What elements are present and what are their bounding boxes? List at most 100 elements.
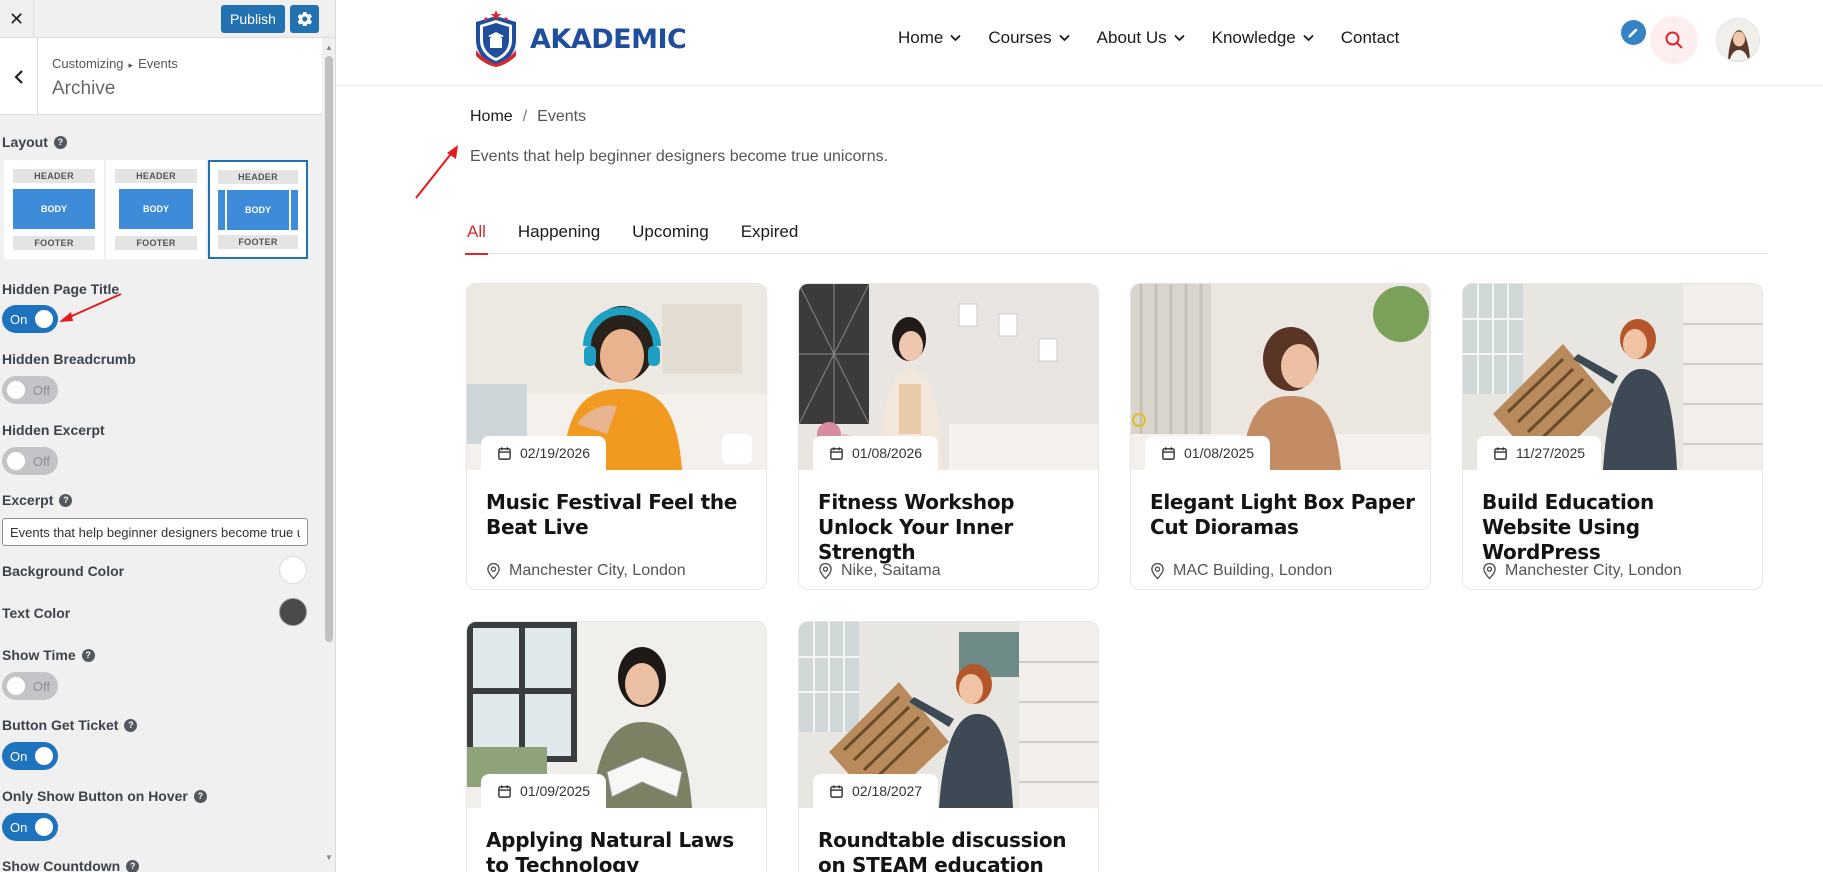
nav-item-contact[interactable]: Contact	[1341, 28, 1400, 48]
nav-item-home[interactable]: Home	[898, 28, 961, 48]
event-card[interactable]: 02/19/2026 Music Festival Feel the Beat …	[466, 283, 767, 590]
nav-item-label: Home	[898, 28, 944, 47]
scroll-down-icon[interactable]: ▼	[322, 852, 335, 862]
gear-icon[interactable]	[290, 5, 319, 33]
hidden-page-title-toggle[interactable]: On	[2, 305, 58, 333]
show-countdown-label-text: Show Countdown	[2, 858, 121, 872]
avatar[interactable]	[1716, 18, 1760, 62]
toggle-knob	[7, 452, 25, 470]
event-location: MAC Building, London	[1150, 562, 1332, 580]
show-countdown-label: Show Countdown ?	[2, 858, 140, 872]
event-location-text: Nike, Saitama	[841, 562, 941, 579]
customizer-breadcrumb: Customizing ▸ Events	[52, 56, 178, 71]
excerpt-input[interactable]	[2, 518, 308, 546]
close-icon[interactable]: ✕	[0, 0, 34, 38]
scroll-up-icon[interactable]: ▲	[322, 42, 335, 52]
show-time-toggle[interactable]: Off	[2, 672, 58, 700]
nav-item-label: About Us	[1096, 28, 1167, 47]
help-icon[interactable]: ?	[59, 493, 73, 507]
only-show-button-on-hover-label: Only Show Button on Hover ?	[2, 788, 207, 804]
calendar-icon	[1162, 446, 1175, 460]
event-card[interactable]: 11/27/2025 Build Education Website Using…	[1462, 283, 1763, 590]
layout-footer-block: FOOTER	[13, 236, 95, 250]
event-date-text: 01/08/2026	[852, 445, 923, 461]
breadcrumb-home-link[interactable]: Home	[470, 108, 513, 126]
pencil-icon[interactable]	[1621, 20, 1646, 45]
event-title[interactable]: Build Education Website Using WordPress	[1482, 490, 1747, 565]
button-get-ticket-toggle[interactable]: On	[2, 742, 58, 770]
event-location: Manchester City, London	[486, 562, 686, 580]
toggle-knob	[7, 381, 25, 399]
breadcrumb-root: Customizing	[52, 56, 124, 71]
layout-option-boxed[interactable]: HEADER BODY FOOTER	[106, 160, 206, 259]
breadcrumb: Home / Events	[470, 108, 586, 126]
search-icon[interactable]	[1650, 16, 1698, 64]
nav-item-knowledge[interactable]: Knowledge	[1212, 28, 1314, 48]
help-icon[interactable]: ?	[193, 789, 207, 803]
help-icon[interactable]: ?	[81, 648, 95, 662]
nav-item-courses[interactable]: Courses	[988, 28, 1070, 48]
calendar-icon	[830, 784, 843, 798]
hidden-excerpt-label: Hidden Excerpt	[2, 422, 105, 438]
background-color-swatch[interactable]	[279, 556, 307, 584]
layout-option-sidebars[interactable]: HEADER BODY FOOTER	[208, 160, 308, 259]
layout-options: HEADER BODY FOOTER HEADER BODY FOOTER HE…	[4, 160, 308, 259]
nav-item-about-us[interactable]: About Us	[1097, 28, 1185, 48]
text-color-label: Text Color	[2, 605, 71, 621]
help-icon[interactable]: ?	[124, 718, 138, 732]
calendar-icon	[498, 784, 511, 798]
tab-expired[interactable]: Expired	[739, 222, 801, 254]
chevron-down-icon	[1173, 34, 1185, 42]
event-date: 01/08/2025	[1145, 436, 1271, 470]
text-color-swatch[interactable]	[279, 598, 307, 626]
event-title[interactable]: Fitness Workshop Unlock Your Inner Stren…	[818, 490, 1083, 565]
event-date-text: 01/08/2025	[1184, 445, 1255, 461]
event-title[interactable]: Applying Natural Laws to Technology	[486, 828, 751, 872]
help-icon[interactable]: ?	[126, 859, 140, 872]
event-card[interactable]: 01/08/2025 Elegant Light Box Paper Cut D…	[1130, 283, 1431, 590]
chevron-down-icon	[1059, 34, 1070, 42]
tab-happening[interactable]: Happening	[516, 222, 602, 254]
layout-option-full[interactable]: HEADER BODY FOOTER	[4, 160, 104, 259]
section-header: Customizing ▸ Events Archive	[0, 38, 323, 115]
event-date: 01/09/2025	[481, 774, 607, 808]
event-card[interactable]: 01/08/2026 Fitness Workshop Unlock Your …	[798, 283, 1099, 590]
event-date-text: 02/18/2027	[852, 783, 923, 799]
event-title[interactable]: Roundtable discussion on STEAM education	[818, 828, 1083, 872]
scrollbar-thumb[interactable]	[325, 56, 333, 642]
hidden-breadcrumb-toggle[interactable]: Off	[2, 376, 58, 404]
hidden-page-title-label: Hidden Page Title	[2, 281, 120, 297]
breadcrumb-current: Events	[537, 108, 587, 125]
tab-all[interactable]: All	[465, 222, 488, 255]
help-icon[interactable]: ?	[53, 135, 67, 149]
hidden-excerpt-toggle[interactable]: Off	[2, 447, 58, 475]
tab-upcoming[interactable]: Upcoming	[630, 222, 711, 254]
event-title[interactable]: Elegant Light Box Paper Cut Dioramas	[1150, 490, 1415, 540]
customizer-sidebar: ✕ Publish Customizing ▸ Events Archive ▲ ▼…	[0, 0, 336, 872]
event-date: 02/18/2027	[813, 774, 939, 808]
site-logo[interactable]: AKADEMIC	[470, 10, 687, 68]
toggle-state: On	[10, 748, 28, 764]
event-card[interactable]: 01/09/2025 Applying Natural Laws to Tech…	[466, 621, 767, 872]
toggle-knob	[35, 310, 53, 328]
publish-button[interactable]: Publish	[221, 5, 285, 33]
toggle-knob	[7, 677, 25, 695]
event-card[interactable]: 02/18/2027 Roundtable discussion on STEA…	[798, 621, 1099, 872]
layout-right-sidebar-block	[291, 190, 298, 230]
layout-header-block: HEADER	[115, 169, 197, 183]
only-show-button-on-hover-toggle[interactable]: On	[2, 813, 58, 841]
calendar-icon	[498, 446, 511, 460]
breadcrumb-separator: /	[522, 108, 528, 125]
event-location-text: MAC Building, London	[1173, 562, 1333, 579]
only-show-button-on-hover-label-text: Only Show Button on Hover	[2, 788, 188, 804]
event-location: Nike, Saitama	[818, 562, 941, 580]
event-title[interactable]: Music Festival Feel the Beat Live	[486, 490, 751, 540]
hidden-breadcrumb-label: Hidden Breadcrumb	[2, 351, 136, 367]
back-arrow-icon[interactable]	[0, 38, 38, 115]
toggle-state: On	[10, 311, 28, 327]
logo-text: AKADEMIC	[530, 23, 687, 55]
show-time-label-text: Show Time	[2, 647, 76, 663]
button-get-ticket-label-text: Button Get Ticket	[2, 717, 119, 733]
event-date: 11/27/2025	[1477, 436, 1602, 470]
toggle-state: Off	[32, 678, 50, 694]
